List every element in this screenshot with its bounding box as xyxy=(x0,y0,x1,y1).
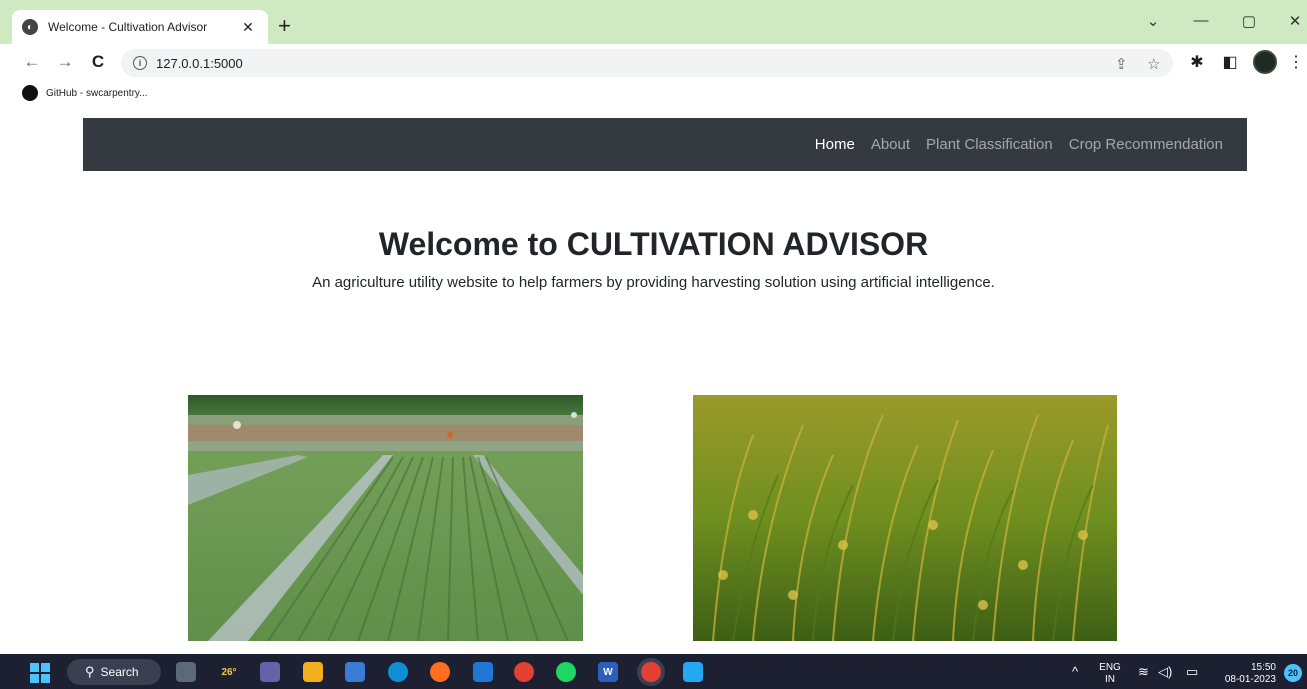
clock-time: 15:50 xyxy=(1250,662,1276,673)
site-navbar: Home About Plant Classification Crop Rec… xyxy=(83,118,1247,171)
ripe-rice-image xyxy=(693,395,1117,641)
chrome-active-icon[interactable] xyxy=(641,662,661,682)
rice-paddy-image xyxy=(188,395,583,641)
nav-crop-recommendation[interactable]: Crop Recommendation xyxy=(1069,136,1223,153)
forward-icon[interactable]: → xyxy=(55,52,75,72)
page-title: Welcome to CULTIVATION ADVISOR xyxy=(378,226,929,262)
store-icon[interactable] xyxy=(345,662,365,682)
language-code: ENG xyxy=(1099,662,1121,673)
tab-search-icon[interactable]: ⌄ xyxy=(1142,12,1164,30)
browser-toolbar: ← → C i 127.0.0.1:5000 ⇪ ☆ ✱ ◧ ⋮ xyxy=(0,44,1307,80)
clock-date: 08-01-2023 xyxy=(1224,674,1276,685)
notification-badge[interactable]: 20 xyxy=(1284,664,1302,682)
teams-icon[interactable] xyxy=(260,662,280,682)
spotify-icon[interactable] xyxy=(556,662,576,682)
tab-title: Welcome - Cultivation Advisor xyxy=(48,20,208,34)
reload-icon[interactable]: C xyxy=(88,52,108,72)
taskbar-search-label: Search xyxy=(100,665,139,679)
language-region: IN xyxy=(1105,674,1115,685)
browser-tab[interactable]: ◐ Welcome - Cultivation Advisor ✕ xyxy=(12,10,268,44)
nav-plant-classification[interactable]: Plant Classification xyxy=(926,136,1053,153)
share-icon[interactable]: ⇪ xyxy=(1115,55,1128,73)
minimize-icon[interactable]: — xyxy=(1190,12,1212,29)
browser-tab-strip: ◐ Welcome - Cultivation Advisor ✕ + ⌄ — … xyxy=(0,0,1307,44)
nav-links: Home About Plant Classification Crop Rec… xyxy=(815,118,1223,171)
nav-about[interactable]: About xyxy=(871,136,910,153)
extensions-icon[interactable]: ✱ xyxy=(1187,52,1207,72)
file-explorer-icon[interactable] xyxy=(303,662,323,682)
profile-avatar[interactable] xyxy=(1253,50,1277,74)
star-icon[interactable]: ☆ xyxy=(1147,55,1160,73)
info-icon[interactable]: i xyxy=(133,56,147,70)
windows-taskbar: ⚲ Search 26° W ^ ENG IN ≋ ◁) ▭ 15:50 08-… xyxy=(0,654,1307,689)
back-icon[interactable]: ← xyxy=(22,52,42,72)
nav-home[interactable]: Home xyxy=(815,136,855,153)
battery-icon[interactable]: ▭ xyxy=(1186,664,1198,680)
bookmark-github[interactable]: GitHub - swcarpentry... xyxy=(46,88,148,99)
side-panel-icon[interactable]: ◧ xyxy=(1220,52,1240,72)
page-subtitle: An agriculture utility website to help f… xyxy=(312,274,995,291)
weather-widget[interactable]: 26° xyxy=(214,662,244,682)
search-icon: ⚲ xyxy=(85,664,95,679)
close-window-icon[interactable]: ✕ xyxy=(1284,12,1306,30)
url-text: 127.0.0.1:5000 xyxy=(156,55,243,71)
chevron-up-icon[interactable]: ^ xyxy=(1072,664,1078,679)
restore-icon[interactable]: ▢ xyxy=(1238,12,1260,30)
wifi-icon[interactable]: ≋ xyxy=(1138,664,1149,680)
new-tab-button[interactable]: + xyxy=(278,14,291,38)
windows-start-icon[interactable] xyxy=(30,663,50,683)
chrome-icon[interactable] xyxy=(514,662,534,682)
mail-icon[interactable] xyxy=(473,662,493,682)
address-bar[interactable]: i 127.0.0.1:5000 ⇪ ☆ xyxy=(121,49,1173,77)
edge-icon[interactable] xyxy=(388,662,408,682)
tab-close-icon[interactable]: ✕ xyxy=(238,19,258,36)
word-icon[interactable]: W xyxy=(598,662,618,682)
vscode-icon[interactable] xyxy=(683,662,703,682)
menu-icon[interactable]: ⋮ xyxy=(1288,52,1304,72)
bookmarks-bar: GitHub - swcarpentry... xyxy=(0,80,1307,106)
volume-icon[interactable]: ◁) xyxy=(1158,664,1172,680)
clock[interactable]: 15:50 08-01-2023 xyxy=(1214,662,1276,686)
firefox-icon[interactable] xyxy=(430,662,450,682)
globe-icon: ◐ xyxy=(22,19,38,35)
github-icon xyxy=(22,85,38,101)
language-indicator[interactable]: ENG IN xyxy=(1097,662,1123,686)
task-view-icon[interactable] xyxy=(176,662,196,682)
taskbar-search[interactable]: ⚲ Search xyxy=(67,659,161,685)
